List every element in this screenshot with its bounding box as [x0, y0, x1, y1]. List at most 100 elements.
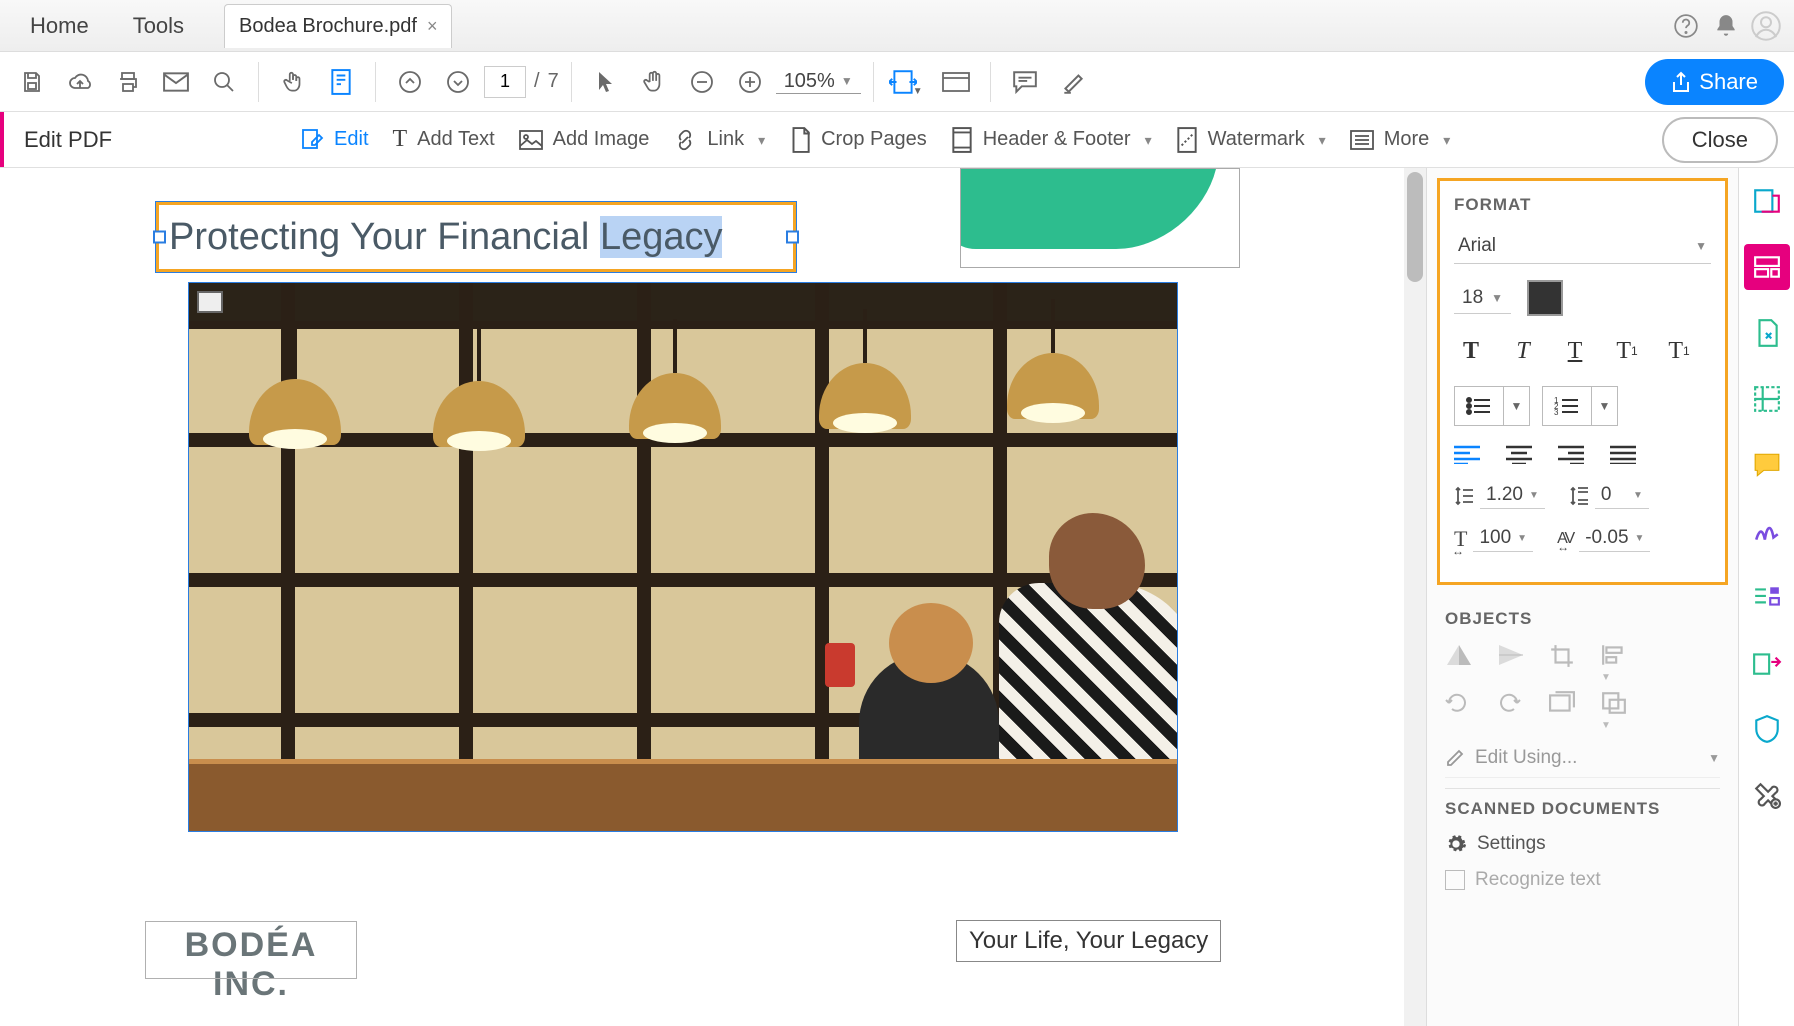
subscript-button[interactable]: T1	[1662, 334, 1696, 368]
watermark-label: Watermark	[1208, 128, 1305, 151]
heading-text[interactable]: Protecting Your Financial Legacy	[169, 216, 722, 259]
hero-image-object[interactable]	[188, 282, 1178, 832]
share-button[interactable]: Share	[1645, 59, 1784, 105]
close-editpdf-button[interactable]: Close	[1662, 117, 1778, 163]
zoom-in-icon[interactable]	[728, 60, 772, 104]
underline-button[interactable]: T	[1558, 334, 1592, 368]
heading-pre: Protecting Your Financial	[169, 216, 600, 258]
close-tab-icon[interactable]: ×	[427, 16, 438, 37]
rail-edit-pdf-icon[interactable]	[1744, 244, 1790, 290]
pan-hand-icon[interactable]	[632, 60, 676, 104]
rail-sign-icon[interactable]	[1744, 508, 1790, 554]
scrollbar-thumb[interactable]	[1407, 172, 1423, 282]
font-size-value: 18	[1462, 287, 1483, 309]
numbered-list-button[interactable]: 123 ▼	[1542, 386, 1618, 426]
crop-object-icon[interactable]	[1549, 643, 1581, 675]
flip-horizontal-icon[interactable]	[1497, 643, 1529, 675]
crop-label: Crop Pages	[821, 128, 927, 151]
bullet-list-button[interactable]: ▼	[1454, 386, 1530, 426]
watermark-tool[interactable]: Watermark	[1176, 127, 1326, 153]
page-up-icon[interactable]	[388, 60, 432, 104]
rail-comment-tool-icon[interactable]	[1744, 442, 1790, 488]
tab-home[interactable]: Home	[8, 0, 111, 52]
tab-tools[interactable]: Tools	[111, 0, 206, 52]
cloud-upload-icon[interactable]	[58, 60, 102, 104]
zoom-select[interactable]: 105% ▼	[776, 70, 861, 94]
paragraph-spacing-control[interactable]: 0▼	[1569, 482, 1649, 509]
print-icon[interactable]	[106, 60, 150, 104]
rotate-ccw-icon[interactable]	[1445, 691, 1477, 723]
vertical-scrollbar[interactable]	[1404, 168, 1426, 1026]
highlight-icon[interactable]	[1051, 60, 1095, 104]
flip-vertical-icon[interactable]	[1445, 643, 1477, 675]
read-mode-icon[interactable]	[934, 60, 978, 104]
align-objects-icon[interactable]: ▼	[1601, 643, 1633, 675]
edit-tool[interactable]: Edit	[300, 128, 368, 152]
email-icon[interactable]	[154, 60, 198, 104]
rail-more-tools-icon[interactable]	[1744, 772, 1790, 818]
font-family-select[interactable]: Arial ▼	[1454, 229, 1711, 264]
numbered-list-dropdown[interactable]: ▼	[1591, 387, 1617, 425]
logo-text-object[interactable]: BODÉA INC.	[146, 922, 356, 978]
italic-button[interactable]: T	[1506, 334, 1540, 368]
horizontal-scale-control[interactable]: T↔ 100▼	[1454, 525, 1533, 552]
crop-pages-tool[interactable]: Crop Pages	[789, 127, 927, 153]
zoom-value: 105%	[784, 70, 835, 93]
selection-arrow-icon[interactable]	[584, 60, 628, 104]
rail-export-pdf-icon[interactable]	[1744, 310, 1790, 356]
document-canvas[interactable]: Protecting Your Financial Legacy	[0, 168, 1426, 1026]
heading-text-frame[interactable]: Protecting Your Financial Legacy	[156, 202, 796, 272]
bold-button[interactable]: T	[1454, 334, 1488, 368]
align-left-button[interactable]	[1454, 444, 1488, 464]
add-image-tool[interactable]: Add Image	[519, 128, 650, 151]
fit-width-icon[interactable]: ▼	[886, 60, 930, 104]
bullet-list-dropdown[interactable]: ▼	[1503, 387, 1529, 425]
header-footer-tool[interactable]: Header & Footer	[951, 127, 1152, 153]
edit-using-dropdown[interactable]: Edit Using... ▼	[1445, 739, 1720, 778]
replace-image-icon[interactable]	[1549, 691, 1581, 723]
rail-protect-icon[interactable]	[1744, 706, 1790, 752]
rail-combine-icon[interactable]	[1744, 640, 1790, 686]
notifications-icon[interactable]	[1706, 6, 1746, 46]
help-icon[interactable]	[1666, 6, 1706, 46]
green-graphic-object[interactable]	[960, 168, 1240, 268]
add-text-tool[interactable]: T Add Text	[393, 126, 495, 153]
rail-forms-icon[interactable]	[1744, 574, 1790, 620]
line-spacing-control[interactable]: 1.20▼	[1454, 482, 1545, 509]
account-icon[interactable]	[1746, 6, 1786, 46]
link-tool[interactable]: Link	[673, 128, 765, 152]
comment-icon[interactable]	[1003, 60, 1047, 104]
more-tool[interactable]: More	[1350, 128, 1451, 151]
image-badge-icon	[197, 291, 223, 313]
align-justify-button[interactable]	[1610, 444, 1644, 464]
add-image-label: Add Image	[553, 128, 650, 151]
rail-create-pdf-icon[interactable]	[1744, 178, 1790, 224]
save-icon[interactable]	[10, 60, 54, 104]
edit-pdf-title: Edit PDF	[24, 127, 112, 153]
align-right-button[interactable]	[1558, 444, 1592, 464]
scanned-settings-button[interactable]: Settings	[1445, 833, 1720, 855]
align-center-button[interactable]	[1506, 444, 1540, 464]
tagline-text-object[interactable]: Your Life, Your Legacy	[956, 920, 1221, 962]
rotate-cw-icon[interactable]	[1497, 691, 1529, 723]
page-current-input[interactable]	[484, 66, 526, 98]
hand-pointer-icon[interactable]	[271, 60, 315, 104]
checkbox-icon[interactable]	[1445, 870, 1465, 890]
document-tab[interactable]: Bodea Brochure.pdf ×	[224, 4, 452, 48]
search-icon[interactable]	[202, 60, 246, 104]
scanned-settings-label: Settings	[1477, 833, 1546, 855]
horizontal-scale-value: 100	[1479, 527, 1511, 549]
font-color-swatch[interactable]	[1527, 280, 1563, 316]
recognize-text-checkbox[interactable]: Recognize text	[1445, 869, 1720, 891]
main-toolbar: / 7 105% ▼ ▼ Share	[0, 52, 1794, 112]
rail-organize-icon[interactable]	[1744, 376, 1790, 422]
arrange-icon[interactable]: ▼	[1601, 691, 1633, 723]
character-spacing-control[interactable]: AV↔ -0.05▼	[1557, 525, 1650, 552]
superscript-button[interactable]: T1	[1610, 334, 1644, 368]
font-size-select[interactable]: 18 ▼	[1454, 283, 1511, 314]
format-panel: FORMAT Arial ▼ 18 ▼ T T T T1 T1	[1426, 168, 1738, 1026]
page-down-icon[interactable]	[436, 60, 480, 104]
zoom-out-icon[interactable]	[680, 60, 724, 104]
svg-text:3: 3	[1554, 408, 1559, 416]
page-display-icon[interactable]	[319, 60, 363, 104]
